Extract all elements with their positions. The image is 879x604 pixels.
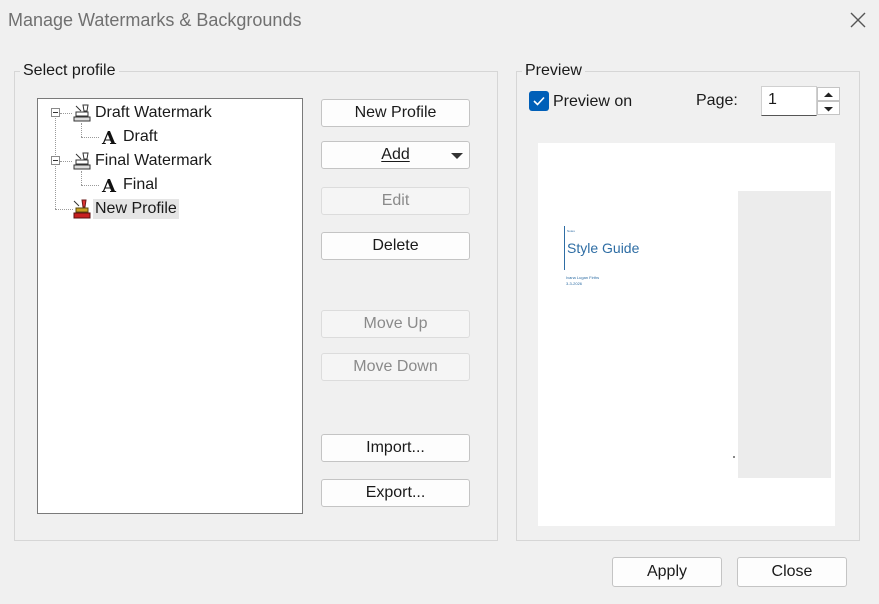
tree-item-label: Final — [123, 176, 158, 193]
text-watermark-icon: A — [99, 174, 121, 197]
profile-tree[interactable]: Draft Watermark A Draft Final Watermark … — [37, 98, 303, 514]
preview-doc-title: Style Guide — [567, 240, 640, 256]
tree-expander-final-watermark[interactable] — [51, 156, 60, 165]
preview-on-checkbox[interactable] — [529, 91, 549, 111]
tree-item-new-profile[interactable]: New Profile — [71, 198, 179, 220]
page-number-value: 1 — [768, 91, 777, 108]
page-spin-up-button[interactable] — [817, 87, 840, 101]
tree-item-label: Draft Watermark — [95, 104, 212, 121]
page-spin-down-button[interactable] — [817, 101, 840, 115]
delete-button[interactable]: Delete — [321, 232, 470, 260]
tree-item-label: New Profile — [93, 199, 179, 219]
tree-item-final-watermark[interactable]: Final Watermark — [71, 150, 214, 172]
preview-doc-date: 3-3-2026 — [566, 281, 583, 286]
stamp-icon — [71, 102, 93, 124]
preview-doc-author: Ivana Lugan Firths — [566, 275, 600, 280]
tree-item-final[interactable]: A Final — [99, 174, 160, 197]
tree-item-label: Final Watermark — [95, 152, 212, 169]
export-button[interactable]: Export... — [321, 479, 470, 507]
chevron-down-icon — [451, 153, 463, 159]
preview-page-dot — [733, 456, 735, 458]
new-profile-button[interactable]: New Profile — [321, 99, 470, 127]
stamp-icon — [71, 150, 93, 172]
tree-item-draft[interactable]: A Draft — [99, 126, 160, 149]
close-button[interactable]: Close — [737, 557, 847, 587]
add-button[interactable]: Add — [321, 141, 470, 169]
preview-sidebar-block — [738, 191, 831, 478]
preview-legend: Preview — [522, 62, 585, 80]
new-stamp-icon — [71, 198, 93, 220]
import-button[interactable]: Import... — [321, 434, 470, 462]
close-icon[interactable] — [846, 8, 870, 32]
page-label: Page: — [696, 92, 738, 109]
window-title: Manage Watermarks & Backgrounds — [8, 10, 302, 30]
preview-accent-bar — [564, 226, 565, 270]
add-button-label: Add — [381, 146, 410, 163]
tree-expander-draft-watermark[interactable] — [51, 108, 60, 117]
move-down-button[interactable]: Move Down — [321, 353, 470, 381]
tree-item-label: Draft — [123, 128, 158, 145]
preview-small-label: Notes — [567, 229, 575, 233]
preview-on-label[interactable]: Preview on — [553, 93, 632, 111]
text-watermark-icon: A — [99, 126, 121, 149]
edit-button[interactable]: Edit — [321, 187, 470, 215]
apply-button[interactable]: Apply — [612, 557, 722, 587]
move-up-button[interactable]: Move Up — [321, 310, 470, 338]
tree-item-draft-watermark[interactable]: Draft Watermark — [71, 102, 214, 124]
select-profile-legend: Select profile — [20, 62, 119, 80]
svg-text:A: A — [101, 128, 117, 148]
svg-text:A: A — [101, 176, 117, 196]
